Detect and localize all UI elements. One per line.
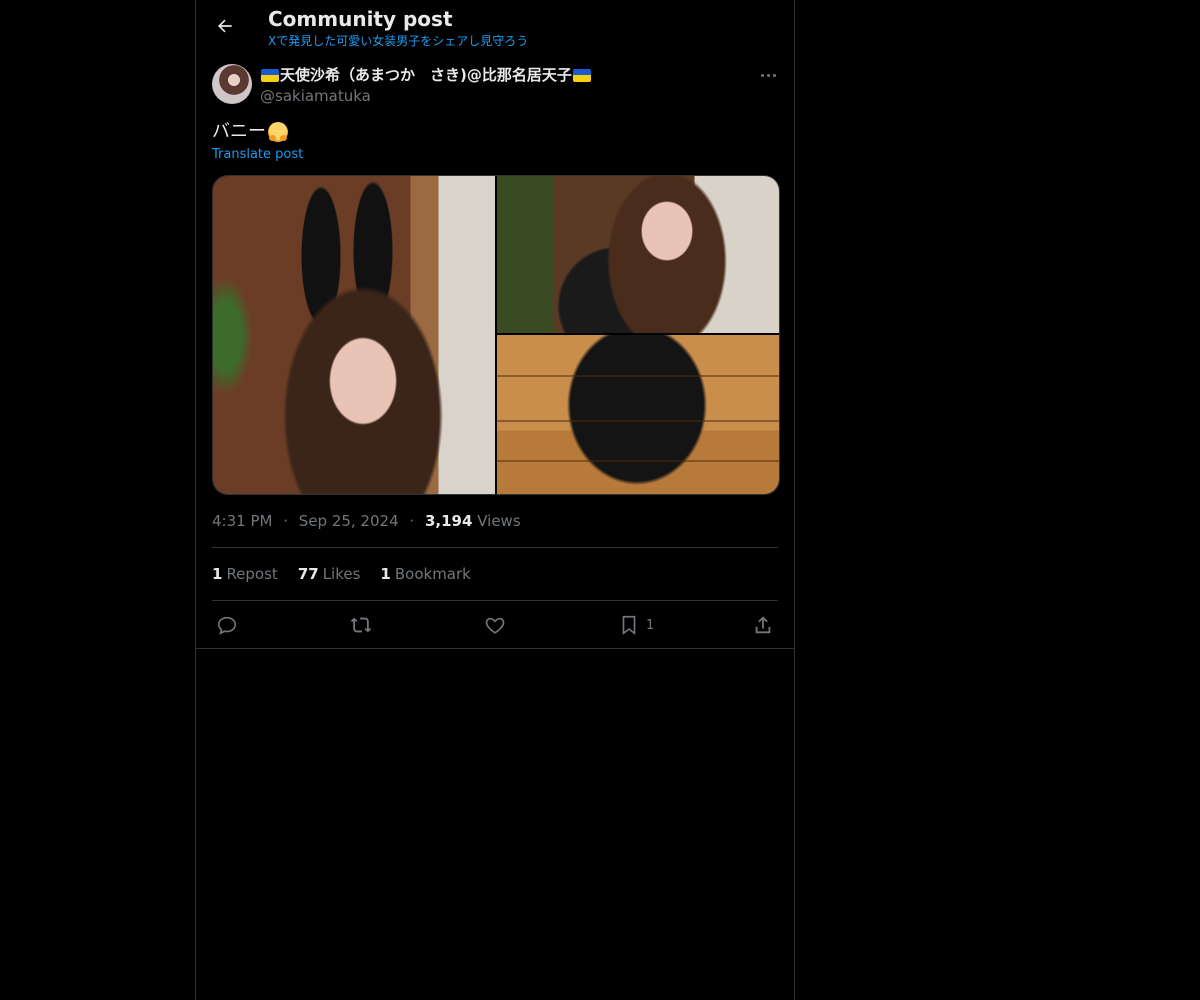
share-icon (755, 616, 771, 634)
back-arrow-icon (218, 19, 232, 33)
display-name-text: 天使沙希（あまつか さき)@比那名居天子 (280, 66, 572, 84)
avatar[interactable] (212, 64, 252, 104)
post-time[interactable]: 4:31 PM (212, 512, 272, 530)
bookmark-button[interactable]: 1 (618, 612, 654, 638)
reposts-count: 1 (212, 565, 223, 583)
like-button[interactable] (484, 612, 506, 638)
bookmarks-label: Bookmark (394, 565, 471, 583)
community-name-link[interactable]: Xで発見した可愛い女装男子をシェアし見守ろう (268, 33, 528, 49)
post-stats: 1 Repost 77 Likes 1 Bookmark (212, 564, 491, 584)
page-title: Community post (268, 7, 453, 31)
user-handle[interactable]: @sakiamatuka (260, 86, 371, 106)
likes-count: 77 (297, 565, 319, 583)
post-meta: 4:31 PM · Sep 25, 2024 · 3,194 Views (212, 511, 521, 531)
page-header: Community post Xで発見した可愛い女装男子をシェアし見守ろう (196, 0, 794, 53)
reposts-stat[interactable]: 1 Repost (212, 564, 278, 584)
heart-icon (485, 617, 505, 634)
likes-label: Likes (322, 565, 361, 583)
repost-button[interactable] (350, 612, 372, 638)
divider (212, 600, 778, 601)
share-button[interactable] (752, 612, 774, 638)
repost-icon (350, 617, 372, 633)
post-text: バニー (212, 119, 288, 145)
bookmarks-count: 1 (380, 565, 391, 583)
views-count: 3,194 (424, 512, 473, 530)
meta-separator: · (283, 512, 289, 530)
more-icon (759, 73, 777, 77)
divider (196, 648, 794, 649)
main-column: Community post Xで発見した可愛い女装男子をシェアし見守ろう 天使… (195, 0, 795, 1000)
post-text-content: バニー (212, 121, 266, 142)
bookmark-count: 1 (646, 617, 655, 633)
likes-stat[interactable]: 77 Likes (298, 564, 361, 584)
reply-icon (217, 616, 237, 635)
photo-2[interactable] (497, 176, 779, 333)
translate-post-link[interactable]: Translate post (212, 146, 303, 164)
views-label: Views (477, 512, 521, 530)
hugging-face-emoji-icon (268, 122, 288, 142)
back-button[interactable] (208, 9, 242, 43)
ukraine-flag-icon (572, 68, 591, 82)
post-date[interactable]: Sep 25, 2024 (299, 512, 399, 530)
more-options-button[interactable] (756, 66, 780, 84)
divider (212, 547, 778, 548)
media-grid (212, 175, 780, 495)
meta-separator: · (409, 512, 415, 530)
photo-1[interactable] (213, 176, 495, 494)
reply-button[interactable] (216, 612, 238, 638)
display-name[interactable]: 天使沙希（あまつか さき)@比那名居天子 (260, 64, 592, 86)
bookmarks-stat[interactable]: 1 Bookmark (380, 564, 470, 584)
ukraine-flag-icon (261, 68, 279, 82)
action-bar: 1 (212, 612, 778, 638)
reposts-label: Repost (226, 565, 278, 583)
bookmark-icon (622, 615, 636, 635)
photo-3[interactable] (497, 335, 779, 494)
